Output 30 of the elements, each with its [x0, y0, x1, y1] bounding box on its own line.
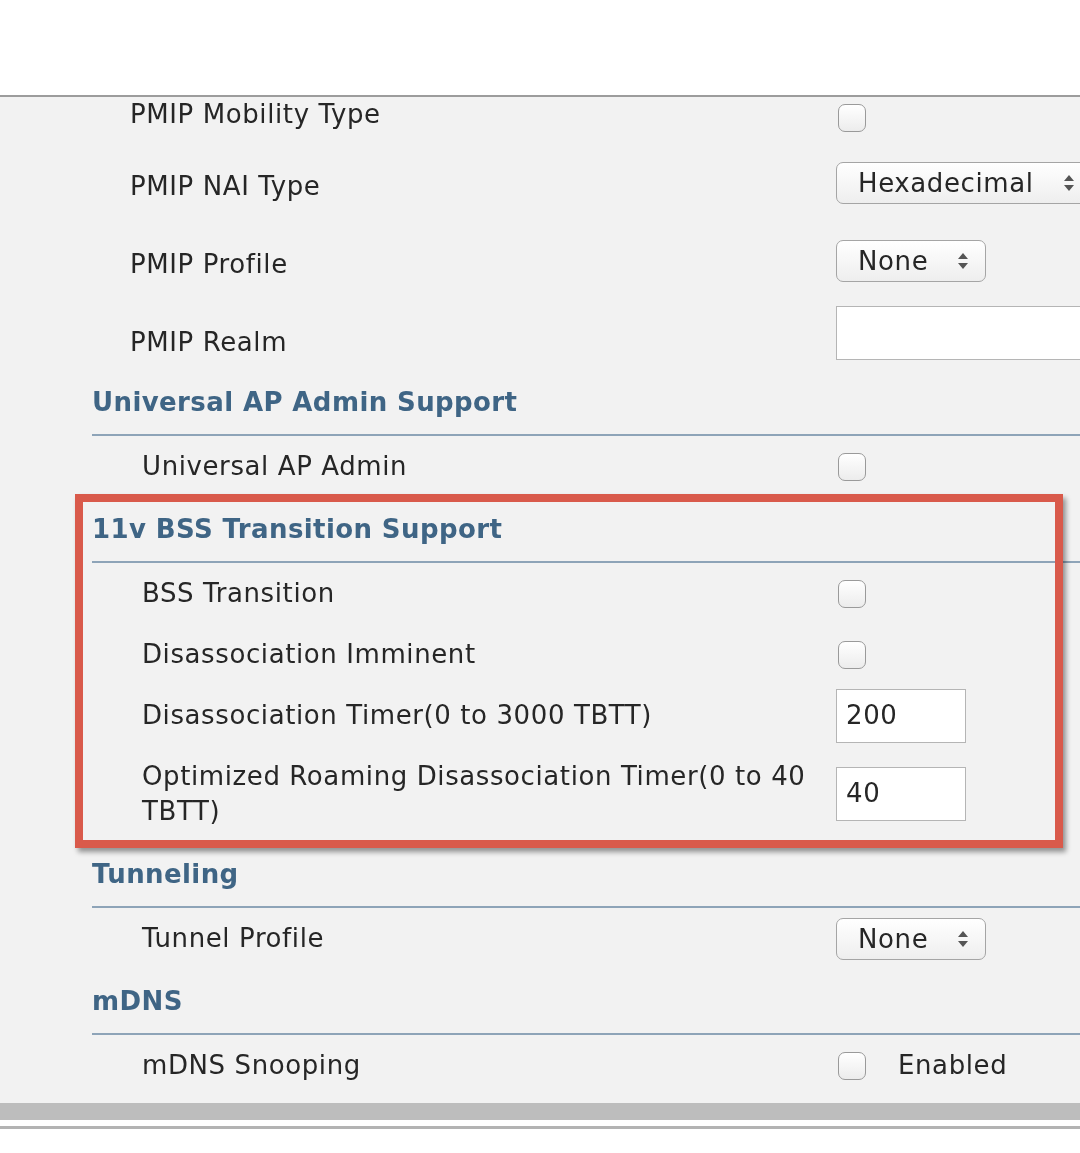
field-label: BSS Transition: [142, 577, 335, 610]
chevron-updown-icon: [958, 253, 969, 269]
checkbox-label: Enabled: [898, 1049, 1008, 1082]
section-heading: Tunneling: [92, 858, 239, 890]
section-heading: Universal AP Admin Support: [92, 386, 518, 418]
checkbox[interactable]: [838, 1051, 866, 1080]
checkbox[interactable]: [838, 579, 866, 608]
field-label: Tunnel Profile: [142, 922, 325, 955]
field-label: Universal AP Admin: [142, 450, 408, 483]
section-heading: 11v BSS Transition Support: [92, 513, 503, 545]
checkbox[interactable]: [838, 452, 866, 481]
field-label: Disassociation Timer(0 to 3000 TBTT): [142, 699, 653, 732]
field-label: PMIP Profile: [130, 248, 288, 281]
text-field[interactable]: 40: [836, 767, 966, 821]
text-field[interactable]: [836, 306, 1080, 360]
text-field[interactable]: 200: [836, 688, 966, 743]
chevron-updown-icon: [1063, 175, 1074, 191]
field-label: PMIP Mobility Type: [130, 98, 381, 131]
field-label: mDNS Snooping: [142, 1049, 361, 1082]
chevron-updown-icon: [958, 930, 969, 947]
field-label: PMIP NAI Type: [130, 170, 321, 203]
checkbox[interactable]: [838, 104, 866, 132]
select-dropdown[interactable]: Hexadecimal: [836, 162, 1080, 204]
select-dropdown[interactable]: None: [836, 917, 987, 960]
field-label: Optimized Roaming Disassociation Timer(0 to 40 TBTT): [142, 760, 807, 828]
select-dropdown[interactable]: None: [836, 240, 987, 282]
field-label: PMIP Realm: [130, 326, 288, 359]
section-heading: mDNS: [92, 985, 183, 1017]
checkbox[interactable]: [838, 640, 866, 669]
field-label: Disassociation Imminent: [142, 638, 476, 671]
